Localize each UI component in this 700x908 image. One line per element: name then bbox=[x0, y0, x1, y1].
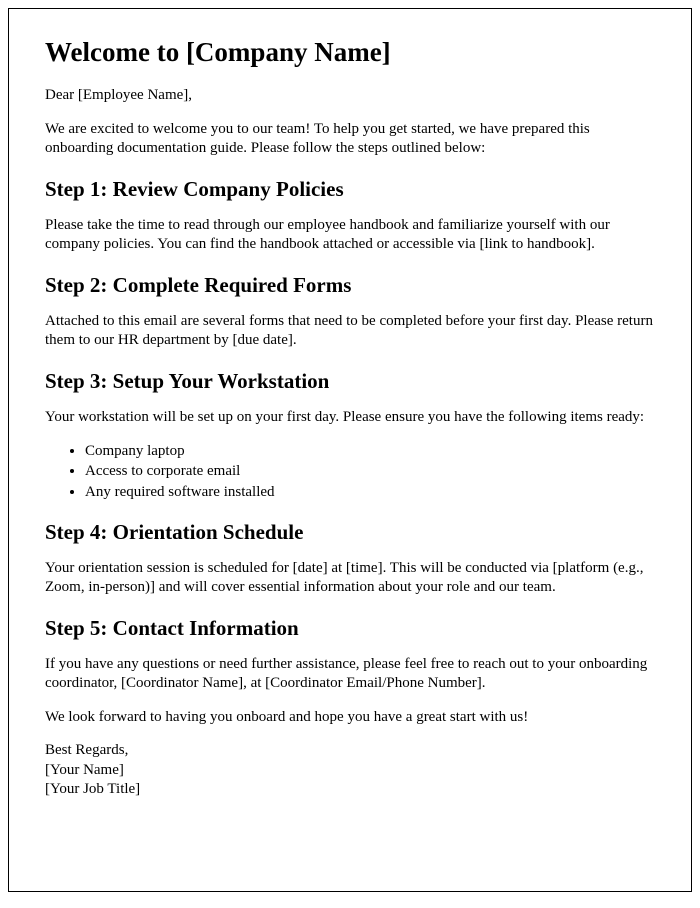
greeting: Dear [Employee Name], bbox=[45, 86, 655, 106]
step4-heading: Step 4: Orientation Schedule bbox=[45, 520, 655, 545]
step3-list: Company laptop Access to corporate email… bbox=[85, 441, 655, 502]
step2-heading: Step 2: Complete Required Forms bbox=[45, 273, 655, 298]
step4-body: Your orientation session is scheduled fo… bbox=[45, 559, 655, 598]
step5-body: If you have any questions or need furthe… bbox=[45, 655, 655, 694]
step3-body: Your workstation will be set up on your … bbox=[45, 408, 655, 428]
step2-body: Attached to this email are several forms… bbox=[45, 312, 655, 351]
step5-heading: Step 5: Contact Information bbox=[45, 616, 655, 641]
step1-heading: Step 1: Review Company Policies bbox=[45, 177, 655, 202]
document-page: Welcome to [Company Name] Dear [Employee… bbox=[8, 8, 692, 892]
page-title: Welcome to [Company Name] bbox=[45, 37, 655, 68]
step1-body: Please take the time to read through our… bbox=[45, 216, 655, 255]
signature-block: Best Regards, [Your Name] [Your Job Titl… bbox=[45, 741, 655, 800]
closing-paragraph: We look forward to having you onboard an… bbox=[45, 708, 655, 728]
step3-heading: Step 3: Setup Your Workstation bbox=[45, 369, 655, 394]
intro-paragraph: We are excited to welcome you to our tea… bbox=[45, 120, 655, 159]
list-item: Access to corporate email bbox=[85, 461, 655, 481]
signoff-name: [Your Name] bbox=[45, 761, 655, 781]
list-item: Company laptop bbox=[85, 441, 655, 461]
list-item: Any required software installed bbox=[85, 482, 655, 502]
signoff-regards: Best Regards, bbox=[45, 741, 655, 761]
signoff-title: [Your Job Title] bbox=[45, 780, 655, 800]
